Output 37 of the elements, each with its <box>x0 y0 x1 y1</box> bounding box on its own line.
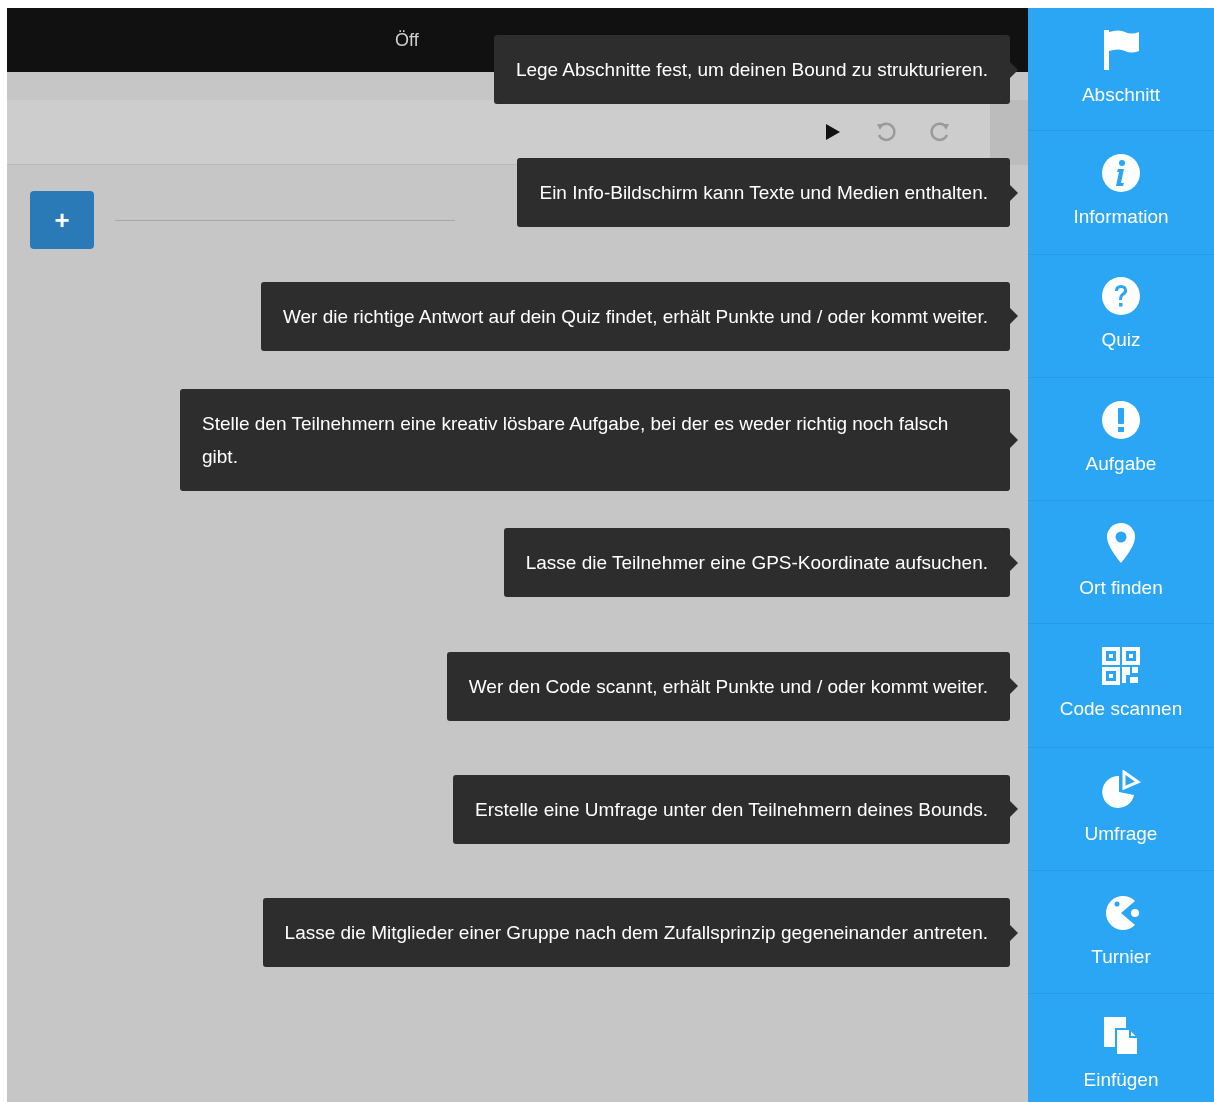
sidebar-item[interactable]: Information <box>1028 131 1214 255</box>
info-icon <box>1101 153 1141 194</box>
sidebar-item[interactable]: Aufgabe <box>1028 377 1214 502</box>
tooltip: Lege Abschnitte fest, um deinen Bound zu strukturieren. <box>493 35 1010 105</box>
map-pin-icon <box>1106 522 1136 565</box>
tooltip: Stelle den Teilnehmern eine kreativ lösbare Aufgabe, bei der es weder richtig noch falsch gibt. <box>180 388 1010 491</box>
tooltip-pointer <box>1010 61 1018 78</box>
tooltip-pointer <box>1010 554 1018 571</box>
question-icon <box>1101 276 1141 317</box>
tooltip: Erstelle eine Umfrage unter den Teilnehmern deines Bounds. <box>453 774 1010 844</box>
tooltip: Lasse die Mitglieder einer Gruppe nach dem Zufallsprinzip gegeneinander antreten. <box>262 898 1010 968</box>
top-bar-text: Öff <box>395 28 419 52</box>
tooltip: Wer den Code scannt, erhält Punkte und / oder kommt weiter. <box>446 651 1010 721</box>
document-icon <box>1103 1016 1139 1057</box>
sidebar-item[interactable]: Quiz <box>1028 254 1214 378</box>
sidebar-item[interactable]: Code scannen <box>1028 624 1214 748</box>
undo-button[interactable] <box>874 120 898 144</box>
tooltip: Ein Info-Bildschirm kann Texte und Medien enthalten. <box>517 158 1010 228</box>
sidebar-item[interactable]: Einfügen <box>1028 994 1214 1102</box>
sidebar-item[interactable]: Abschnitt <box>1028 8 1214 132</box>
exclamation-icon <box>1101 399 1141 440</box>
qr-code-icon <box>1102 647 1140 686</box>
tooltip: Lasse die Teilnehmer eine GPS-Koordinate aufsuchen. <box>503 528 1010 598</box>
tooltip-pointer <box>1010 184 1018 201</box>
flag-icon <box>1101 28 1141 71</box>
tooltip-pointer <box>1010 308 1018 325</box>
sidebar-item[interactable]: Ort finden <box>1028 501 1214 625</box>
sidebar-item[interactable]: Umfrage <box>1028 747 1214 872</box>
pie-chart-icon <box>1101 769 1141 810</box>
tooltip: Wer die richtige Antwort auf dein Quiz findet, erhält Punkte und / oder kommt weiter. <box>260 281 1010 351</box>
tooltip-pointer <box>1010 801 1018 818</box>
tooltip-pointer <box>1010 678 1018 695</box>
tooltip-pointer <box>1010 924 1018 941</box>
redo-button[interactable] <box>928 120 952 144</box>
tooltip-pointer <box>1010 431 1018 448</box>
sidebar-item[interactable]: Turnier <box>1028 871 1214 995</box>
add-button[interactable]: + <box>30 191 94 249</box>
